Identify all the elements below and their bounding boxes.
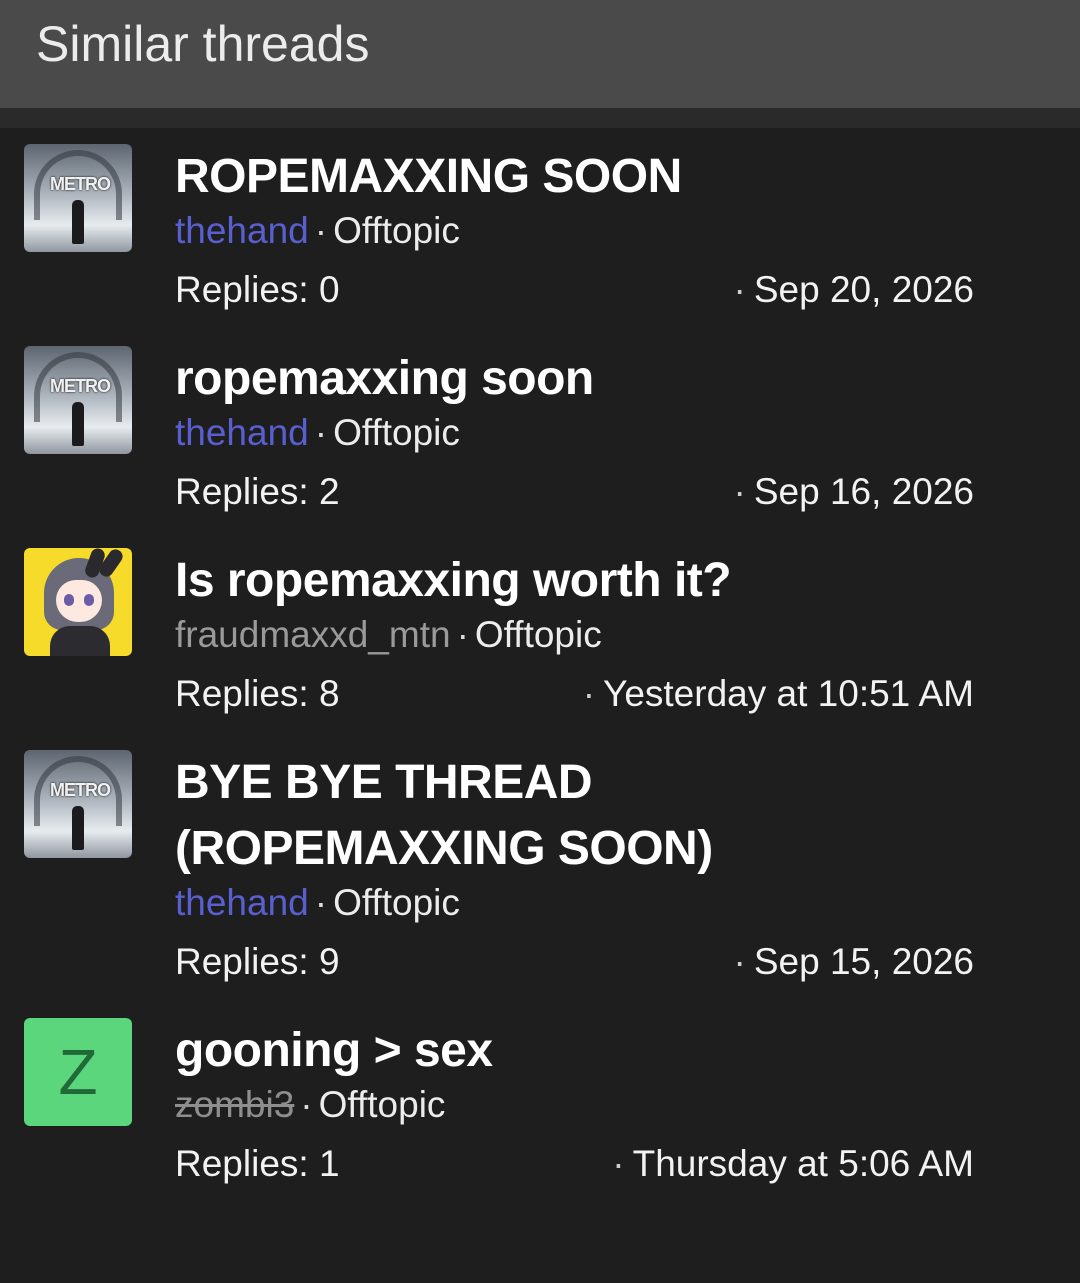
date-text: Sep 16, 2026 [753, 471, 974, 512]
thread-stats: Replies: 1 · Thursday at 5:06 AM [175, 1139, 974, 1197]
avatar[interactable]: METRO [24, 346, 132, 454]
thread-content: ropemaxxing soon thehand · Offtopic Replie… [175, 346, 1080, 525]
forum-link[interactable]: Offtopic [333, 882, 460, 923]
thread-title[interactable]: Is ropemaxxing worth it? [175, 548, 974, 614]
avatar[interactable]: Z [24, 1018, 132, 1126]
thread-date: · Sep 15, 2026 [734, 937, 974, 995]
separator: · [314, 882, 328, 923]
reply-count: Replies: 1 [175, 1143, 340, 1184]
separator: · [733, 269, 746, 310]
thread-meta: thehand · Offtopic [175, 878, 974, 928]
date-text: Yesterday at 10:51 AM [603, 673, 974, 714]
thread-meta: zombi3 · Offtopic [175, 1080, 974, 1130]
author-link[interactable]: thehand [175, 210, 309, 251]
thread-title[interactable]: gooning > sex [175, 1018, 974, 1084]
body-shape [50, 626, 110, 656]
separator: · [733, 941, 746, 982]
separator: · [733, 471, 746, 512]
date-text: Thursday at 5:06 AM [632, 1143, 974, 1184]
thread-date: · Sep 20, 2026 [734, 265, 974, 323]
forum-link[interactable]: Offtopic [333, 210, 460, 251]
thread-stats: Replies: 0 · Sep 20, 2026 [175, 265, 974, 323]
figure-shape [72, 806, 84, 850]
separator: · [612, 1143, 625, 1184]
thread-title[interactable]: ropemaxxing soon [175, 346, 974, 412]
thread-stats: Replies: 8 · Yesterday at 10:51 AM [175, 669, 974, 727]
thread-title[interactable]: BYE BYE THREAD (ROPEMAXXING SOON) [175, 750, 974, 882]
figure-shape [72, 402, 84, 446]
thread-content: gooning > sex zombi3 · Offtopic Replies: 1… [175, 1018, 1080, 1197]
reply-count: Replies: 8 [175, 673, 340, 714]
date-text: Sep 20, 2026 [753, 269, 974, 310]
thread-meta: thehand · Offtopic [175, 206, 974, 256]
thread-item[interactable]: METRO ROPEMAXXING SOON thehand · Offtopic … [0, 128, 1080, 323]
thread-content: BYE BYE THREAD (ROPEMAXXING SOON) thehan… [175, 750, 1080, 995]
figure-shape [72, 200, 84, 244]
forum-link[interactable]: Offtopic [475, 614, 602, 655]
forum-link[interactable]: Offtopic [319, 1084, 446, 1125]
avatar[interactable]: METRO [24, 144, 132, 252]
section-title: Similar threads [36, 16, 370, 72]
thread-content: Is ropemaxxing worth it? fraudmaxxd_mtn ·… [175, 548, 1080, 727]
separator: · [582, 673, 596, 714]
forum-link[interactable]: Offtopic [333, 412, 460, 453]
thread-item[interactable]: Z gooning > sex zombi3 · Offtopic Replies:… [0, 995, 1080, 1197]
thread-title[interactable]: ROPEMAXXING SOON [175, 144, 974, 210]
thread-item[interactable]: METRO BYE BYE THREAD (ROPEMAXXING SOON) … [0, 727, 1080, 995]
separator: · [300, 1084, 313, 1125]
metro-logo: METRO [50, 780, 111, 800]
similar-threads-header: Similar threads [0, 0, 1080, 128]
metro-logo: METRO [50, 174, 111, 194]
thread-stats: Replies: 2 · Sep 16, 2026 [175, 467, 974, 525]
thread-stats: Replies: 9 · Sep 15, 2026 [175, 937, 974, 995]
avatar[interactable]: METRO [24, 750, 132, 858]
thread-meta: fraudmaxxd_mtn · Offtopic [175, 610, 974, 660]
eye-shape [64, 594, 74, 606]
thread-item[interactable]: METRO ropemaxxing soon thehand · Offtopic … [0, 323, 1080, 525]
thread-list: METRO ROPEMAXXING SOON thehand · Offtopic … [0, 128, 1080, 1197]
thread-content: ROPEMAXXING SOON thehand · Offtopic Replie… [175, 144, 1080, 323]
separator: · [456, 614, 469, 655]
separator: · [314, 412, 328, 453]
author-link[interactable]: thehand [175, 882, 309, 923]
metro-logo: METRO [50, 376, 111, 396]
thread-date: · Thursday at 5:06 AM [612, 1139, 974, 1197]
reply-count: Replies: 2 [175, 471, 340, 512]
author-link[interactable]: thehand [175, 412, 309, 453]
thread-item[interactable]: Is ropemaxxing worth it? fraudmaxxd_mtn ·… [0, 525, 1080, 727]
author-link[interactable]: zombi3 [175, 1084, 294, 1125]
avatar[interactable] [24, 548, 132, 656]
date-text: Sep 15, 2026 [753, 941, 974, 982]
thread-date: · Sep 16, 2026 [734, 467, 974, 525]
face-shape [56, 580, 102, 622]
author-link[interactable]: fraudmaxxd_mtn [175, 614, 451, 655]
thread-meta: thehand · Offtopic [175, 408, 974, 458]
reply-count: Replies: 9 [175, 941, 340, 982]
eye-shape [84, 594, 94, 606]
separator: · [314, 210, 328, 251]
reply-count: Replies: 0 [175, 269, 340, 310]
thread-date: · Yesterday at 10:51 AM [583, 669, 974, 727]
